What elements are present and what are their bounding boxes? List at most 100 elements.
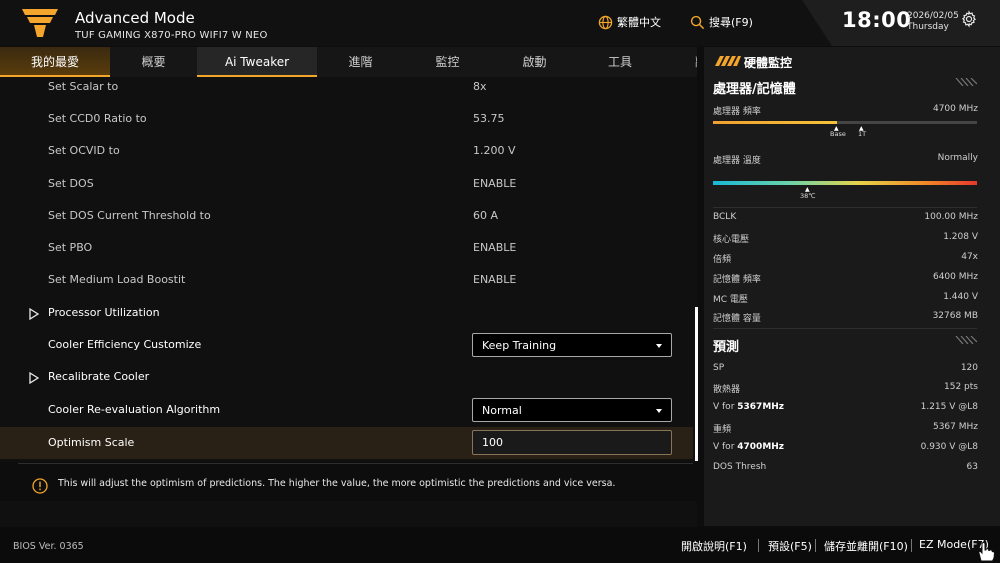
v-for-prefix: V for xyxy=(713,442,738,452)
setting-label: Set PBO xyxy=(48,241,93,254)
cpu-frequency-fill xyxy=(713,121,838,124)
main-bottom-spacer xyxy=(0,501,697,527)
tab-tool[interactable]: 工具 xyxy=(578,47,662,77)
setting-label: Set Medium Load Boostit xyxy=(48,273,186,286)
panel-header: 硬體監控 xyxy=(704,47,1000,75)
setting-label: Set DOS xyxy=(48,177,94,190)
setting-row: Set Medium Load Boostit ENABLE xyxy=(0,264,693,296)
hazard-stripes-icon xyxy=(715,56,741,66)
1t-tick-label: 1T xyxy=(858,130,867,138)
processor-utilization-row[interactable]: Processor Utilization xyxy=(0,297,693,329)
setting-value: 60 A xyxy=(473,209,499,222)
cooler-label: 散熱器 xyxy=(713,385,741,395)
setting-label: Cooler Efficiency Customize xyxy=(48,338,202,351)
cpu-temperature-bar xyxy=(713,181,977,185)
v-for-frequency: 4700MHz xyxy=(737,442,785,452)
tab-favorites[interactable]: 我的最愛 xyxy=(0,47,110,77)
setting-row: Set Scalar to 8x xyxy=(0,77,693,103)
divider xyxy=(713,207,977,208)
weekday-text: Thursday xyxy=(907,22,949,32)
stripe-deco-icon xyxy=(955,336,977,344)
hardware-monitor-panel: 硬體監控 處理器/記憶體 處理器 頻率 4700 MHz ▲ Base ▲ 1T… xyxy=(704,47,1000,526)
setting-value: 53.75 xyxy=(473,112,505,125)
setting-label: Set DOS Current Threshold to xyxy=(48,209,211,222)
bios-version: BIOS Ver. 0365 xyxy=(13,541,84,552)
optimism-scale-input[interactable] xyxy=(472,430,672,455)
core-voltage-value: 1.208 V xyxy=(943,232,978,242)
footer-separator xyxy=(758,539,759,552)
setting-row: Set PBO ENABLE xyxy=(0,232,693,264)
memory-frequency-value: 6400 MHz xyxy=(932,272,978,282)
main-tabs: 我的最愛 概要 Ai Tweaker 進階 監控 啟動 工具 離 xyxy=(0,47,697,77)
panel-title: 硬體監控 xyxy=(744,56,793,70)
divider xyxy=(713,328,977,329)
setting-label: Set OCVID to xyxy=(48,144,120,157)
dos-thresh-value: 63 xyxy=(966,462,978,472)
cpu-temperature-value: 38℃ xyxy=(800,192,816,200)
caret-down-icon xyxy=(656,344,662,348)
tab-advanced[interactable]: 進階 xyxy=(317,47,404,77)
multiplier-value: 47x xyxy=(961,252,978,262)
globe-icon xyxy=(598,15,613,29)
clock-date: 2026/02/05 Thursday xyxy=(907,11,959,33)
search-button[interactable]: 搜尋(F9) xyxy=(690,12,753,32)
cooler-efficiency-dropdown[interactable]: Keep Training xyxy=(472,333,672,357)
bclk-label: BCLK xyxy=(713,212,737,222)
search-label: 搜尋(F9) xyxy=(709,16,753,29)
setting-row: Set CCD0 Ratio to 53.75 xyxy=(0,103,693,135)
date-text: 2026/02/05 xyxy=(907,11,959,21)
tab-ai-tweaker[interactable]: Ai Tweaker xyxy=(197,47,317,77)
app-title: Advanced Mode xyxy=(75,9,195,27)
expand-arrow-icon xyxy=(29,308,39,320)
cpu-temperature-label: 處理器 溫度 xyxy=(713,156,761,166)
hand-cursor-icon xyxy=(978,541,996,562)
setting-value: ENABLE xyxy=(473,273,517,286)
tab-exit[interactable]: 離 xyxy=(686,47,697,77)
language-label: 繁體中文 xyxy=(617,16,661,29)
settings-list: Set Scalar to 8x Set CCD0 Ratio to 53.75… xyxy=(0,77,697,462)
footer-separator xyxy=(911,539,912,552)
setting-row: Set DOS Current Threshold to 60 A xyxy=(0,200,693,232)
tab-main[interactable]: 概要 xyxy=(110,47,197,77)
v-for-light-label: V for 4700MHz xyxy=(713,442,784,452)
cooler-reevaluation-dropdown[interactable]: Normal xyxy=(472,398,672,422)
cooler-reevaluation-row: Cooler Re-evaluation Algorithm Normal xyxy=(0,394,693,426)
v-for-heavy-label: V for 5367MHz xyxy=(713,402,784,412)
v-for-light-value: 0.930 V @L8 xyxy=(920,442,978,452)
setting-label: Optimism Scale xyxy=(48,436,135,449)
cpu-frequency-label: 處理器 頻率 xyxy=(713,107,761,117)
setting-row: Set OCVID to 1.200 V xyxy=(0,135,693,167)
heavy-freq-label: 重頻 xyxy=(713,425,732,435)
setting-label: Processor Utilization xyxy=(48,306,160,319)
cpu-memory-section-title: 處理器/記憶體 xyxy=(713,82,796,97)
language-button[interactable]: 繁體中文 xyxy=(598,12,661,32)
board-name: TUF GAMING X870-PRO WIFI7 W NEO xyxy=(75,30,268,41)
bclk-value: 100.00 MHz xyxy=(924,212,978,222)
help-button[interactable]: 開啟說明(F1) xyxy=(681,538,747,554)
mc-voltage-label: MC 電壓 xyxy=(713,295,748,305)
cooler-value: 152 pts xyxy=(944,382,978,392)
prediction-section-title: 預測 xyxy=(713,340,740,355)
help-text: This will adjust the optimism of predict… xyxy=(58,478,616,489)
defaults-button[interactable]: 預設(F5) xyxy=(768,538,812,554)
gear-icon[interactable] xyxy=(960,10,978,28)
caret-down-icon xyxy=(656,409,662,413)
setting-label: Cooler Re-evaluation Algorithm xyxy=(48,403,221,416)
tab-boot[interactable]: 啟動 xyxy=(491,47,578,77)
memory-capacity-value: 32768 MB xyxy=(932,311,978,321)
save-exit-button[interactable]: 儲存並離開(F10) xyxy=(824,538,908,554)
scrollbar[interactable] xyxy=(695,307,698,461)
setting-value: ENABLE xyxy=(473,177,517,190)
heavy-freq-value: 5367 MHz xyxy=(932,422,978,432)
footer-bar: BIOS Ver. 0365 開啟說明(F1) 預設(F5) 儲存並離開(F10… xyxy=(0,527,1000,563)
recalibrate-cooler-row[interactable]: Recalibrate Cooler xyxy=(0,361,693,393)
memory-frequency-label: 記憶體 頻率 xyxy=(713,275,761,285)
footer-separator xyxy=(815,539,816,552)
setting-value: ENABLE xyxy=(473,241,517,254)
dos-thresh-label: DOS Thresh xyxy=(713,462,767,472)
top-header: Advanced Mode TUF GAMING X870-PRO WIFI7 … xyxy=(0,0,1000,46)
sp-label: SP xyxy=(713,363,725,373)
info-icon xyxy=(32,478,48,494)
tab-monitor[interactable]: 監控 xyxy=(404,47,491,77)
memory-capacity-label: 記憶體 容量 xyxy=(713,314,761,324)
